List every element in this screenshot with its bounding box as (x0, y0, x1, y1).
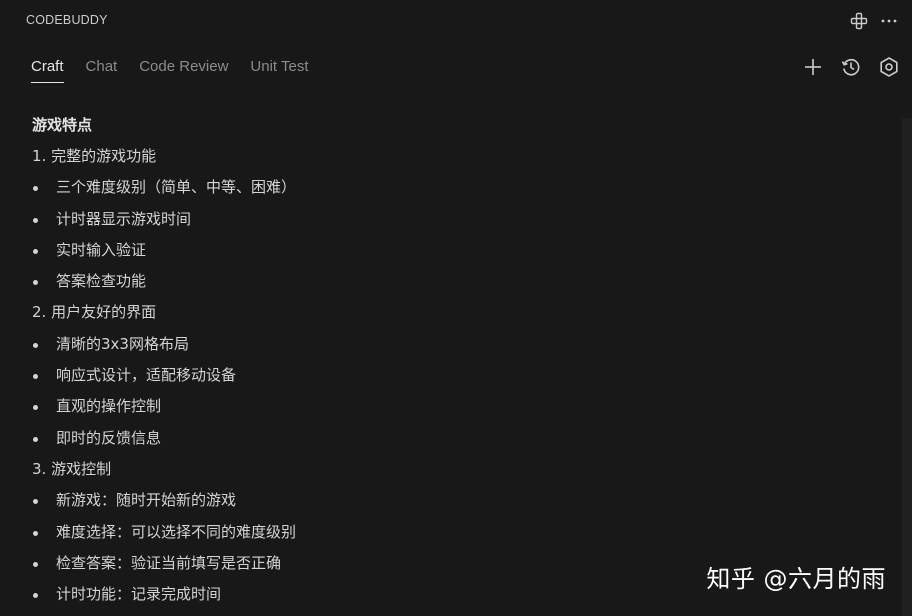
message-content: 游戏特点 1. 完整的游戏功能 三个难度级别（简单、中等、困难） 计时器显示游戏… (32, 110, 892, 610)
more-icon[interactable] (878, 10, 900, 32)
list-item: 响应式设计，适配移动设备 (32, 360, 892, 391)
list-item: 即时的反馈信息 (32, 423, 892, 454)
history-icon[interactable] (838, 54, 864, 80)
watermark: 知乎 @六月的雨 (706, 565, 886, 593)
list-item: 清晰的3x3网格布局 (32, 329, 892, 360)
codebuddy-panel: CODEBUDDY Craft Chat Code Review Unit Te… (0, 0, 912, 616)
list-item: 计时器显示游戏时间 (32, 204, 892, 235)
list-item: 三个难度级别（简单、中等、困难） (32, 172, 892, 203)
list-item: 实时输入验证 (32, 235, 892, 266)
vertical-scrollbar[interactable] (902, 118, 912, 616)
list-item: 难度选择：可以选择不同的难度级别 (32, 517, 892, 548)
panel-title: CODEBUDDY (26, 13, 108, 27)
settings-icon[interactable] (876, 54, 902, 80)
section-title: 3. 游戏控制 (32, 459, 112, 478)
tab-bar: Craft Chat Code Review Unit Test (20, 52, 320, 83)
list-item: 新游戏：随时开始新的游戏 (32, 485, 892, 516)
list-item: 直观的操作控制 (32, 391, 892, 422)
section-title: 1. 完整的游戏功能 (32, 147, 157, 165)
list-item: 答案检查功能 (32, 266, 892, 297)
plus-icon[interactable] (800, 54, 826, 80)
tab-actions (800, 54, 902, 80)
tab-craft[interactable]: Craft (20, 52, 75, 83)
extensions-icon[interactable] (848, 10, 870, 32)
section-heading: 游戏特点 (32, 116, 93, 134)
section-title: 2. 用户友好的界面 (32, 303, 157, 322)
tab-unit-test[interactable]: Unit Test (239, 52, 319, 82)
title-actions (848, 10, 900, 32)
tab-chat[interactable]: Chat (75, 52, 129, 82)
tab-code-review[interactable]: Code Review (128, 52, 239, 82)
title-bar: CODEBUDDY (0, 0, 912, 42)
